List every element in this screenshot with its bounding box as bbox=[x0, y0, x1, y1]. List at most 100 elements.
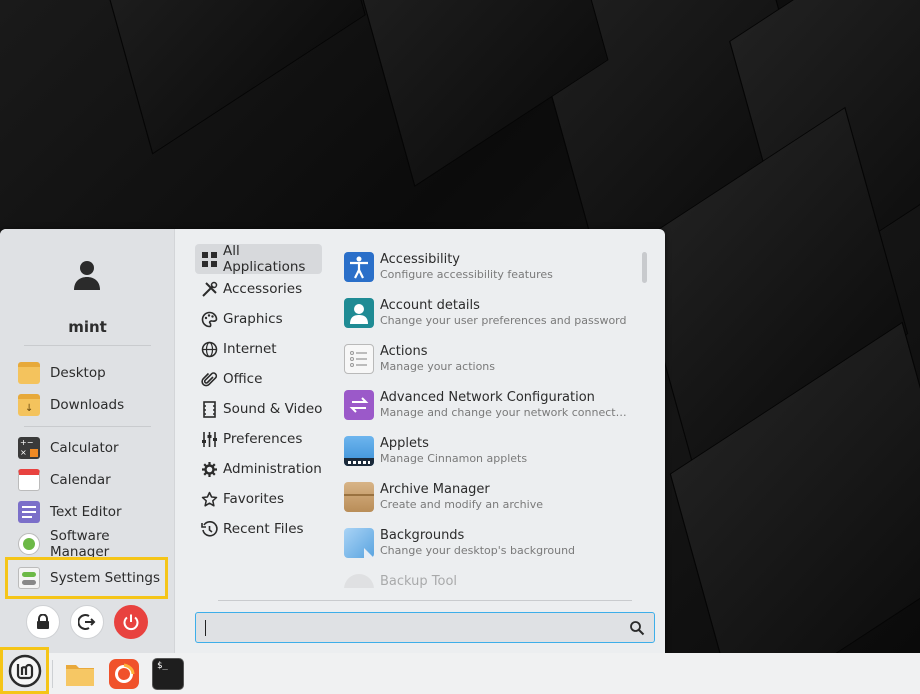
category-office[interactable]: Office bbox=[195, 364, 325, 394]
app-archive-manager[interactable]: Archive Manager Create and modify an arch… bbox=[338, 478, 638, 524]
grid-icon bbox=[202, 251, 217, 267]
account-icon bbox=[344, 298, 374, 328]
lock-screen-button[interactable] bbox=[26, 605, 60, 639]
category-favorites[interactable]: Favorites bbox=[195, 484, 325, 514]
place-label: Desktop bbox=[50, 365, 106, 381]
app-description: Create and modify an archive bbox=[380, 498, 543, 511]
backup-icon bbox=[344, 574, 374, 588]
menu-button[interactable] bbox=[0, 647, 49, 694]
folder-download-icon: ↓ bbox=[18, 394, 40, 416]
favorite-calculator[interactable]: +− × Calculator bbox=[14, 433, 169, 463]
app-name: Backup Tool bbox=[380, 574, 458, 588]
app-description: Configure accessibility features bbox=[380, 268, 553, 281]
search-input[interactable] bbox=[202, 617, 622, 639]
system-settings-icon bbox=[18, 567, 40, 589]
favorite-system-settings[interactable]: System Settings bbox=[5, 557, 168, 599]
category-all-applications[interactable]: All Applications bbox=[195, 243, 322, 275]
app-accessibility[interactable]: Accessibility Configure accessibility fea… bbox=[338, 248, 638, 294]
palette-icon bbox=[201, 311, 218, 327]
favorite-calendar[interactable]: Calendar bbox=[14, 465, 169, 495]
logout-button[interactable] bbox=[70, 605, 104, 639]
app-name: Account details bbox=[380, 298, 480, 313]
backgrounds-icon bbox=[344, 528, 374, 558]
firefox-icon bbox=[109, 659, 139, 689]
user-name: mint bbox=[68, 318, 107, 336]
network-config-icon bbox=[344, 390, 374, 420]
sliders-icon bbox=[202, 431, 217, 447]
favorite-text-editor[interactable]: Text Editor bbox=[14, 497, 169, 527]
lock-icon bbox=[37, 614, 49, 629]
category-preferences[interactable]: Preferences bbox=[195, 424, 325, 454]
app-description: Change your user preferences and passwor… bbox=[380, 314, 627, 327]
search-separator bbox=[218, 600, 632, 601]
app-backup-tool[interactable]: Backup Tool bbox=[338, 570, 638, 588]
place-downloads[interactable]: ↓ Downloads bbox=[14, 390, 169, 420]
taskbar-separator bbox=[52, 660, 53, 688]
app-advanced-network-configuration[interactable]: Advanced Network Configuration Manage and… bbox=[338, 386, 638, 432]
favorite-label: Software Manager bbox=[50, 528, 110, 560]
folder-icon bbox=[18, 362, 40, 384]
text-cursor bbox=[205, 620, 206, 636]
app-name: Backgrounds bbox=[380, 528, 465, 543]
favorite-label: System Settings bbox=[50, 570, 161, 586]
category-recent-files[interactable]: Recent Files bbox=[195, 514, 325, 544]
app-description: Manage and change your network connectio… bbox=[380, 406, 628, 419]
category-label: Favorites bbox=[223, 491, 284, 507]
power-icon bbox=[123, 614, 139, 631]
application-menu: mint Desktop ↓ Downloads +− × Calculator… bbox=[0, 229, 665, 653]
taskbar-firefox-launcher[interactable] bbox=[108, 658, 140, 690]
favorite-software-manager[interactable]: Software Manager bbox=[14, 528, 169, 560]
app-name: Archive Manager bbox=[380, 482, 490, 497]
category-internet[interactable]: Internet bbox=[195, 334, 325, 364]
category-sound-video[interactable]: Sound & Video bbox=[195, 394, 325, 424]
category-accessories[interactable]: Accessories bbox=[195, 274, 325, 304]
app-name: Applets bbox=[380, 436, 429, 451]
app-account-details[interactable]: Account details Change your user preferen… bbox=[338, 294, 638, 340]
taskbar-files-launcher[interactable] bbox=[64, 658, 96, 690]
place-label: Downloads bbox=[50, 397, 125, 413]
app-name: Advanced Network Configuration bbox=[380, 390, 595, 405]
user-avatar-icon[interactable] bbox=[72, 259, 102, 291]
app-applets[interactable]: Applets Manage Cinnamon applets bbox=[338, 432, 638, 478]
history-icon bbox=[201, 520, 218, 537]
globe-icon bbox=[201, 341, 218, 357]
archive-icon bbox=[344, 482, 374, 512]
star-icon bbox=[201, 491, 218, 507]
accessibility-icon bbox=[344, 252, 374, 282]
category-administration[interactable]: Administration bbox=[195, 454, 325, 484]
app-name: Actions bbox=[380, 344, 428, 359]
sidebar-separator bbox=[24, 426, 151, 427]
category-label: Sound & Video bbox=[223, 401, 323, 417]
actions-icon bbox=[344, 344, 374, 374]
taskbar-terminal-launcher[interactable]: $_ bbox=[152, 658, 184, 690]
category-label: Graphics bbox=[223, 311, 283, 327]
menu-sidebar: mint Desktop ↓ Downloads +− × Calculator… bbox=[0, 229, 175, 653]
app-name: Accessibility bbox=[380, 252, 460, 267]
category-label: Administration bbox=[223, 461, 322, 477]
software-manager-icon bbox=[18, 533, 40, 555]
tools-icon bbox=[202, 281, 218, 297]
application-list: Accessibility Configure accessibility fea… bbox=[338, 248, 638, 588]
film-icon bbox=[203, 400, 216, 418]
power-button[interactable] bbox=[114, 605, 148, 639]
place-desktop[interactable]: Desktop bbox=[14, 358, 169, 388]
favorite-label: Calendar bbox=[50, 472, 111, 488]
terminal-prompt: $_ bbox=[157, 661, 168, 671]
app-description: Change your desktop's background bbox=[380, 544, 576, 557]
category-graphics[interactable]: Graphics bbox=[195, 304, 325, 334]
category-label: Internet bbox=[223, 341, 277, 357]
gear-icon bbox=[202, 461, 217, 477]
search-box[interactable] bbox=[195, 612, 655, 643]
favorite-label: Calculator bbox=[50, 440, 119, 456]
sidebar-separator bbox=[24, 345, 151, 346]
app-list-scrollbar[interactable] bbox=[642, 252, 647, 283]
favorite-label: Text Editor bbox=[50, 504, 122, 520]
wallpaper-tile bbox=[94, 0, 366, 155]
logout-icon bbox=[78, 614, 96, 630]
files-icon bbox=[66, 665, 94, 686]
app-actions[interactable]: Actions Manage your actions bbox=[338, 340, 638, 386]
app-backgrounds[interactable]: Backgrounds Change your desktop's backgro… bbox=[338, 524, 638, 570]
calculator-icon: +− × bbox=[18, 437, 40, 459]
calendar-icon bbox=[18, 469, 40, 491]
category-label: Office bbox=[223, 371, 263, 387]
